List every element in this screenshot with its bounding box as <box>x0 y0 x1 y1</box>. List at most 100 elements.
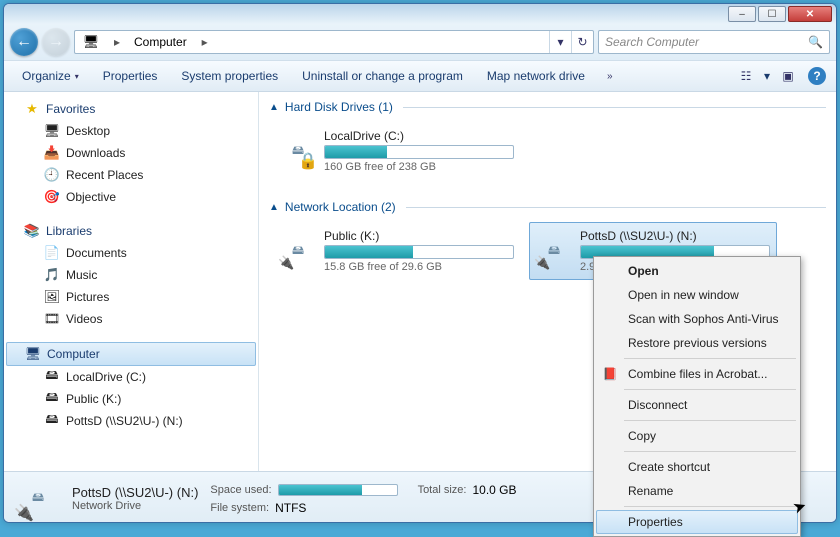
drive-c-usage-bar <box>324 145 514 159</box>
music-icon: 🎵 <box>44 267 60 283</box>
pic-icon: 🖼 <box>44 289 60 305</box>
sidebar-libraries-header[interactable]: 📚Libraries <box>6 220 256 242</box>
lock-icon: 🔒 <box>298 151 318 171</box>
address-dropdown-icon[interactable]: ▾ <box>549 31 571 53</box>
libraries-icon: 📚 <box>24 223 40 239</box>
ctx-rename[interactable]: Rename <box>596 479 798 503</box>
ctx-restore[interactable]: Restore previous versions <box>596 331 798 355</box>
sidebar-item-objective[interactable]: 🎯Objective <box>6 186 256 208</box>
toolbar-properties-button[interactable]: Properties <box>93 65 168 87</box>
acrobat-icon: 📕 <box>602 367 618 381</box>
sidebar-favorites-header[interactable]: ★Favorites <box>6 98 256 120</box>
toolbar: Organize▾ Properties System properties U… <box>4 60 836 92</box>
ctx-separator <box>624 506 796 507</box>
drive-c-name: LocalDrive (C:) <box>324 129 514 143</box>
details-total-val: 10.0 GB <box>472 483 516 497</box>
address-bar[interactable]: 🖥 ▸ Computer ▸ ▾ ↻ <box>74 30 594 54</box>
titlebar: – ☐ ✕ <box>4 4 836 24</box>
netdrive-icon: 🖴🔌 <box>280 233 316 269</box>
sidebar-item-public[interactable]: 🖴Public (K:) <box>6 388 256 410</box>
breadcrumb-root[interactable]: Computer <box>126 31 196 53</box>
close-button[interactable]: ✕ <box>788 6 832 22</box>
sidebar-item-pictures[interactable]: 🖼Pictures <box>6 286 256 308</box>
drive-k-usage-bar <box>324 245 514 259</box>
sidebar-item-music[interactable]: 🎵Music <box>6 264 256 286</box>
collapse-icon: ▲ <box>269 102 279 113</box>
sidebar-computer-header[interactable]: 🖥Computer <box>6 342 256 366</box>
sidebar-item-localdrive[interactable]: 🖴LocalDrive (C:) <box>6 366 256 388</box>
drive-icon: 🖴 <box>44 369 60 385</box>
video-icon: 🎞 <box>44 311 60 327</box>
ctx-properties[interactable]: Properties <box>596 510 798 534</box>
computer-icon: 🖥 <box>25 346 41 362</box>
details-total-label: Total size: <box>418 484 467 496</box>
details-type: Network Drive <box>72 500 198 512</box>
sidebar-item-desktop[interactable]: 🖥Desktop <box>6 120 256 142</box>
search-placeholder: Search Computer <box>605 35 699 49</box>
toolbar-overflow-icon[interactable]: » <box>599 71 621 82</box>
help-button[interactable]: ? <box>808 67 826 85</box>
minimize-button[interactable]: – <box>728 6 756 22</box>
ctx-separator <box>624 358 796 359</box>
refresh-button[interactable]: ↻ <box>571 31 593 53</box>
drive-icon: 🖴🔒 <box>280 133 316 169</box>
doc-icon: 📄 <box>44 245 60 261</box>
sidebar-libraries: 📚Libraries 📄Documents 🎵Music 🖼Pictures 🎞… <box>6 220 256 330</box>
maximize-button[interactable]: ☐ <box>758 6 786 22</box>
sidebar-item-pottsd[interactable]: 🖴PottsD (\\SU2\U-) (N:) <box>6 410 256 432</box>
sidebar-item-documents[interactable]: 📄Documents <box>6 242 256 264</box>
ctx-copy[interactable]: Copy <box>596 424 798 448</box>
group-hdd-header[interactable]: ▲Hard Disk Drives (1) <box>269 98 826 116</box>
view-dropdown-icon[interactable]: ▾ <box>764 69 770 83</box>
ctx-create-shortcut[interactable]: Create shortcut <box>596 455 798 479</box>
drive-c-free: 160 GB free of 238 GB <box>324 161 514 173</box>
drive-k[interactable]: 🖴🔌 Public (K:) 15.8 GB free of 29.6 GB <box>273 222 521 280</box>
search-input[interactable]: Search Computer 🔍 <box>598 30 830 54</box>
desktop-icon: 🖥 <box>44 123 60 139</box>
netplug-icon: 🔌 <box>278 255 294 271</box>
nav-back-button[interactable]: ← <box>10 28 38 56</box>
uninstall-button[interactable]: Uninstall or change a program <box>292 65 473 87</box>
ctx-open-new-window[interactable]: Open in new window <box>596 283 798 307</box>
netdrive-icon: 🖴🔌 <box>536 233 572 269</box>
ctx-disconnect[interactable]: Disconnect <box>596 393 798 417</box>
view-button[interactable]: ☷ <box>734 64 758 88</box>
ctx-sophos[interactable]: Scan with Sophos Anti-Virus <box>596 307 798 331</box>
details-fs-val: NTFS <box>275 501 306 515</box>
preview-pane-button[interactable]: ▣ <box>776 64 800 88</box>
drive-k-free: 15.8 GB free of 29.6 GB <box>324 261 514 273</box>
netdrive-icon: 🖴 <box>44 391 60 407</box>
downloads-icon: 📥 <box>44 145 60 161</box>
netplug-icon: 🔌 <box>534 255 550 271</box>
group-network-header[interactable]: ▲Network Location (2) <box>269 198 826 216</box>
ctx-separator <box>624 389 796 390</box>
collapse-icon: ▲ <box>269 202 279 213</box>
sidebar: ★Favorites 🖥Desktop 📥Downloads 🕘Recent P… <box>4 92 259 471</box>
sidebar-item-videos[interactable]: 🎞Videos <box>6 308 256 330</box>
sidebar-item-downloads[interactable]: 📥Downloads <box>6 142 256 164</box>
drive-n-name: PottsD (\\SU2\U-) (N:) <box>580 229 770 243</box>
ctx-separator <box>624 451 796 452</box>
ctx-open[interactable]: Open <box>596 259 798 283</box>
nav-row: ← → 🖥 ▸ Computer ▸ ▾ ↻ Search Computer 🔍 <box>4 24 836 60</box>
map-drive-button[interactable]: Map network drive <box>477 65 595 87</box>
organize-button[interactable]: Organize▾ <box>12 65 89 87</box>
nav-forward-button[interactable]: → <box>42 28 70 56</box>
sidebar-item-recent[interactable]: 🕘Recent Places <box>6 164 256 186</box>
recent-icon: 🕘 <box>44 167 60 183</box>
breadcrumb-dropdown-icon[interactable]: ▸ <box>196 35 214 49</box>
breadcrumb-dropdown-icon[interactable]: ▸ <box>108 35 126 49</box>
details-spaceused-label: Space used: <box>210 484 271 496</box>
details-fs-label: File system: <box>210 502 269 514</box>
ctx-acrobat[interactable]: 📕Combine files in Acrobat... <box>596 362 798 386</box>
sidebar-computer: 🖥Computer 🖴LocalDrive (C:) 🖴Public (K:) … <box>6 342 256 432</box>
sidebar-favorites: ★Favorites 🖥Desktop 📥Downloads 🕘Recent P… <box>6 98 256 208</box>
drive-c[interactable]: 🖴🔒 LocalDrive (C:) 160 GB free of 238 GB <box>273 122 521 180</box>
details-title: PottsD (\\SU2\U-) (N:) <box>72 485 198 500</box>
context-menu: Open Open in new window Scan with Sophos… <box>593 256 801 537</box>
details-usage-bar <box>278 484 398 496</box>
drive-k-name: Public (K:) <box>324 229 514 243</box>
group-hdd: ▲Hard Disk Drives (1) 🖴🔒 LocalDrive (C:)… <box>269 98 826 186</box>
ctx-separator <box>624 420 796 421</box>
system-properties-button[interactable]: System properties <box>171 65 288 87</box>
